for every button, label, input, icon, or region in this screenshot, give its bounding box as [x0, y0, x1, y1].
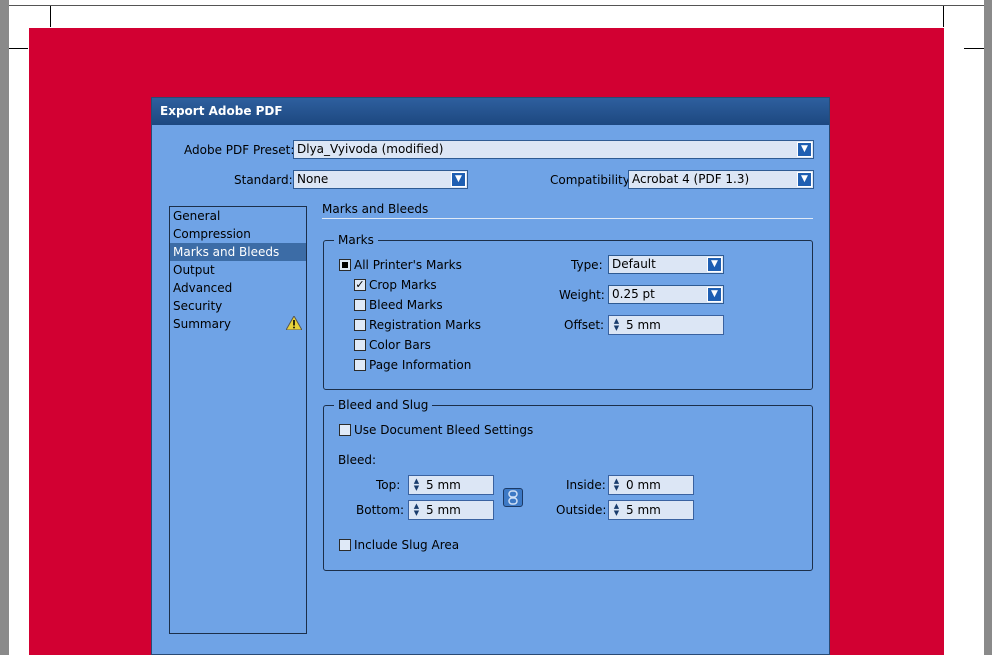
nav-item-summary[interactable]: Summary	[170, 315, 306, 333]
nav-item-general[interactable]: General	[170, 207, 306, 225]
bleed-group-title: Bleed and Slug	[334, 398, 433, 412]
offset-label: Offset:	[564, 318, 605, 332]
outside-label: Outside:	[556, 503, 607, 517]
use-document-bleed-checkbox[interactable]	[339, 424, 351, 436]
page-edge	[9, 5, 984, 6]
top-label: Top:	[376, 478, 401, 492]
bleed-outside-value: 5 mm	[626, 503, 661, 517]
bleed-marks-label: Bleed Marks	[369, 298, 443, 312]
crop-marks-checkbox[interactable]: ✓	[354, 279, 366, 291]
compatibility-select[interactable]: Acrobat 4 (PDF 1.3) ▼	[628, 170, 814, 189]
warning-icon	[286, 316, 302, 330]
color-bars-label: Color Bars	[369, 338, 431, 352]
spinner-icon[interactable]: ▲ ▼	[611, 318, 622, 332]
spinner-icon[interactable]: ▲ ▼	[611, 503, 622, 517]
chevron-down-icon[interactable]: ▼	[797, 172, 812, 187]
page-information-checkbox[interactable]	[354, 359, 366, 371]
crop-mark	[50, 5, 51, 27]
all-printers-marks-label: All Printer's Marks	[354, 258, 462, 272]
bleed-inside-input[interactable]: ▲ ▼ 0 mm	[608, 475, 694, 495]
preset-value: Dlya_Vyivoda (modified)	[297, 142, 444, 156]
standard-select[interactable]: None ▼	[293, 170, 468, 189]
color-bars-checkbox[interactable]	[354, 339, 366, 351]
offset-input[interactable]: ▲ ▼ 5 mm	[608, 315, 724, 335]
preset-label: Adobe PDF Preset:	[184, 143, 295, 157]
compatibility-value: Acrobat 4 (PDF 1.3)	[632, 172, 750, 186]
bleed-marks-checkbox[interactable]	[354, 299, 366, 311]
bleed-label: Bleed:	[338, 453, 376, 467]
spinner-icon[interactable]: ▲ ▼	[411, 503, 422, 517]
all-printers-marks-checkbox[interactable]	[339, 259, 351, 271]
section-title: Marks and Bleeds	[322, 202, 429, 216]
page-information-label: Page Information	[369, 358, 472, 372]
spinner-icon[interactable]: ▲ ▼	[411, 478, 422, 492]
crop-mark	[9, 48, 28, 49]
chevron-down-icon[interactable]: ▼	[451, 172, 466, 187]
bleed-outside-input[interactable]: ▲ ▼ 5 mm	[608, 500, 694, 520]
crop-marks-label: Crop Marks	[369, 278, 437, 292]
chevron-down-icon[interactable]: ▼	[707, 287, 722, 302]
chevron-down-icon[interactable]: ▼	[707, 257, 722, 272]
nav-item-security[interactable]: Security	[170, 297, 306, 315]
checkmark-icon: ✓	[355, 278, 365, 291]
bottom-label: Bottom:	[356, 503, 405, 517]
crop-mark	[964, 48, 984, 49]
standard-label: Standard:	[234, 173, 293, 187]
marks-group-title: Marks	[334, 233, 378, 247]
section-divider	[322, 218, 813, 219]
spinner-icon[interactable]: ▲ ▼	[611, 478, 622, 492]
include-slug-label: Include Slug Area	[354, 538, 460, 552]
dialog-title: Export Adobe PDF	[160, 104, 283, 118]
bleed-bottom-value: 5 mm	[426, 503, 461, 517]
type-label: Type:	[571, 258, 603, 272]
compatibility-label: Compatibility:	[550, 173, 634, 187]
weight-label: Weight:	[559, 288, 605, 302]
nav-item-compression[interactable]: Compression	[170, 225, 306, 243]
nav-item-advanced[interactable]: Advanced	[170, 279, 306, 297]
preset-select[interactable]: Dlya_Vyivoda (modified) ▼	[293, 140, 814, 159]
bleed-top-value: 5 mm	[426, 478, 461, 492]
export-pdf-dialog: Export Adobe PDF Adobe PDF Preset: Dlya_…	[151, 97, 830, 655]
bleed-inside-value: 0 mm	[626, 478, 661, 492]
nav-item-summary-label: Summary	[173, 317, 231, 331]
crop-mark	[943, 5, 944, 27]
registration-marks-label: Registration Marks	[369, 318, 482, 332]
chevron-down-icon[interactable]: ▼	[797, 142, 812, 157]
type-select[interactable]: Default ▼	[608, 255, 724, 274]
use-document-bleed-label: Use Document Bleed Settings	[354, 423, 534, 437]
nav-item-marks-and-bleeds[interactable]: Marks and Bleeds	[170, 243, 306, 261]
dialog-title-bar[interactable]: Export Adobe PDF	[152, 98, 829, 125]
registration-marks-checkbox[interactable]	[354, 319, 366, 331]
nav-item-output[interactable]: Output	[170, 261, 306, 279]
inside-label: Inside:	[566, 478, 606, 492]
category-list: General Compression Marks and Bleeds Out…	[169, 206, 307, 634]
standard-value: None	[297, 172, 329, 186]
weight-select[interactable]: 0.25 pt ▼	[608, 285, 724, 304]
bleed-bottom-input[interactable]: ▲ ▼ 5 mm	[408, 500, 494, 520]
type-value: Default	[612, 257, 656, 271]
offset-value: 5 mm	[626, 318, 661, 332]
include-slug-checkbox[interactable]	[339, 539, 351, 551]
chain-link-icon[interactable]	[503, 488, 523, 507]
bleed-top-input[interactable]: ▲ ▼ 5 mm	[408, 475, 494, 495]
weight-value: 0.25 pt	[612, 287, 655, 301]
